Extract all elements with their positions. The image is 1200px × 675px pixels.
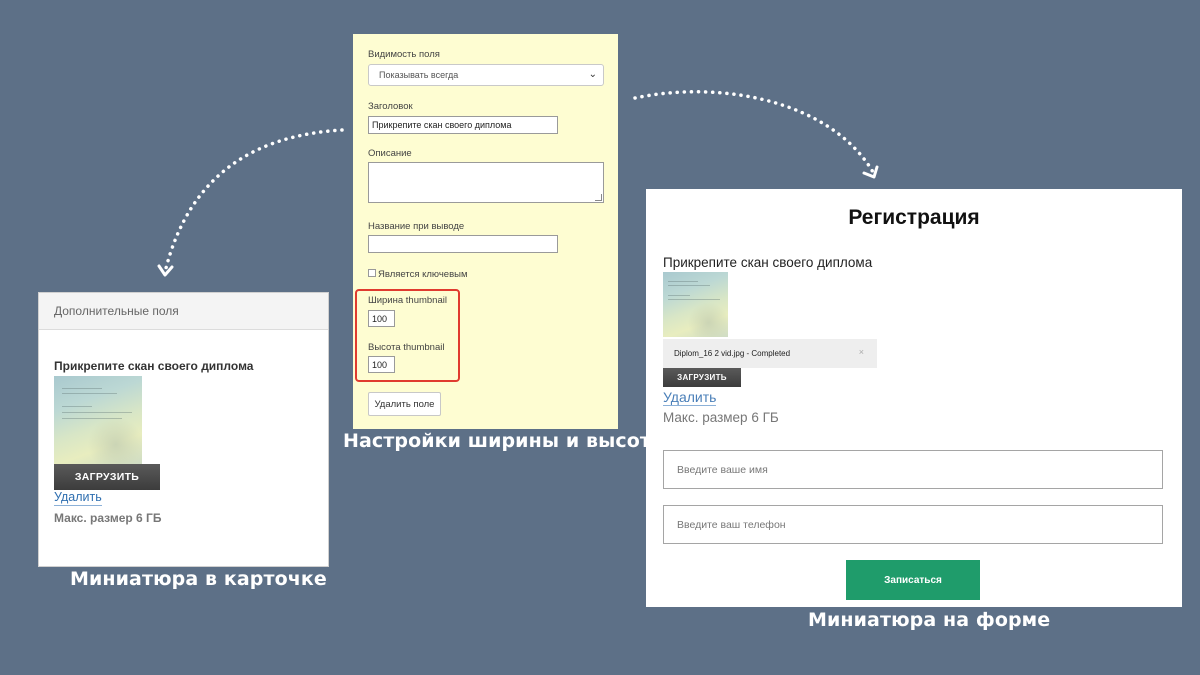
description-textarea[interactable]: [368, 162, 604, 203]
dotted-arrow-icon: [163, 128, 344, 274]
visibility-select[interactable]: Показывать всегда ⌄: [368, 64, 604, 86]
output-name-label: Название при выводе: [368, 221, 465, 232]
visibility-label: Видимость поля: [368, 49, 440, 60]
phone-placeholder: Введите ваш телефон: [677, 518, 786, 531]
settings-caption: Настройки ширины и высоты: [343, 430, 669, 452]
form-upload-button[interactable]: ЗАГРУЗИТЬ: [663, 368, 741, 387]
diploma-thumbnail[interactable]: [54, 376, 142, 464]
form-delete-link[interactable]: Удалить: [663, 389, 717, 407]
form-caption: Миниатюра на форме: [808, 609, 1051, 631]
phone-input[interactable]: Введите ваш телефон: [663, 505, 1163, 544]
delete-field-button[interactable]: Удалить поле: [368, 392, 441, 416]
thumbnail-settings-highlight: [355, 289, 460, 382]
submit-button[interactable]: Записаться: [846, 560, 980, 600]
diploma-thumbnail[interactable]: [663, 272, 728, 337]
name-input[interactable]: Введите ваше имя: [663, 450, 1163, 489]
close-icon[interactable]: ×: [859, 347, 864, 357]
is-key-label: Является ключевым: [378, 269, 468, 280]
title-input[interactable]: Прикрепите скан своего диплома: [368, 116, 558, 134]
card-caption: Миниатюра в карточке: [70, 568, 327, 590]
title-input-value: Прикрепите скан своего диплома: [372, 120, 512, 130]
card-header: Дополнительные поля: [39, 293, 328, 330]
description-label: Описание: [368, 148, 412, 159]
card-max-size: Макс. размер 6 ГБ: [54, 511, 162, 525]
card-delete-link[interactable]: Удалить: [54, 490, 102, 506]
contact-card: Дополнительные поля Прикрепите скан свое…: [38, 292, 329, 567]
form-field-title: Прикрепите скан своего диплома: [663, 255, 873, 270]
card-field-title: Прикрепите скан своего диплома: [54, 359, 254, 373]
name-placeholder: Введите ваше имя: [677, 463, 768, 476]
is-key-checkbox[interactable]: [368, 269, 376, 277]
arrowhead-right: [862, 165, 879, 179]
form-max-size: Макс. размер 6 ГБ: [663, 410, 779, 425]
uploaded-file-row: Diplom_16 2 vid.jpg - Completed ×: [663, 339, 877, 368]
output-name-input[interactable]: [368, 235, 558, 253]
registration-form: Регистрация Прикрепите скан своего дипло…: [646, 189, 1182, 607]
dotted-arrow-icon: [633, 90, 875, 174]
card-upload-button[interactable]: ЗАГРУЗИТЬ: [54, 464, 160, 490]
title-label: Заголовок: [368, 101, 413, 112]
form-title: Регистрация: [848, 206, 980, 229]
visibility-select-value: Показывать всегда: [379, 70, 459, 80]
file-status: Diplom_16 2 vid.jpg - Completed: [674, 349, 791, 358]
chevron-down-icon: ⌄: [588, 69, 597, 80]
resize-grip-icon[interactable]: [595, 194, 602, 201]
